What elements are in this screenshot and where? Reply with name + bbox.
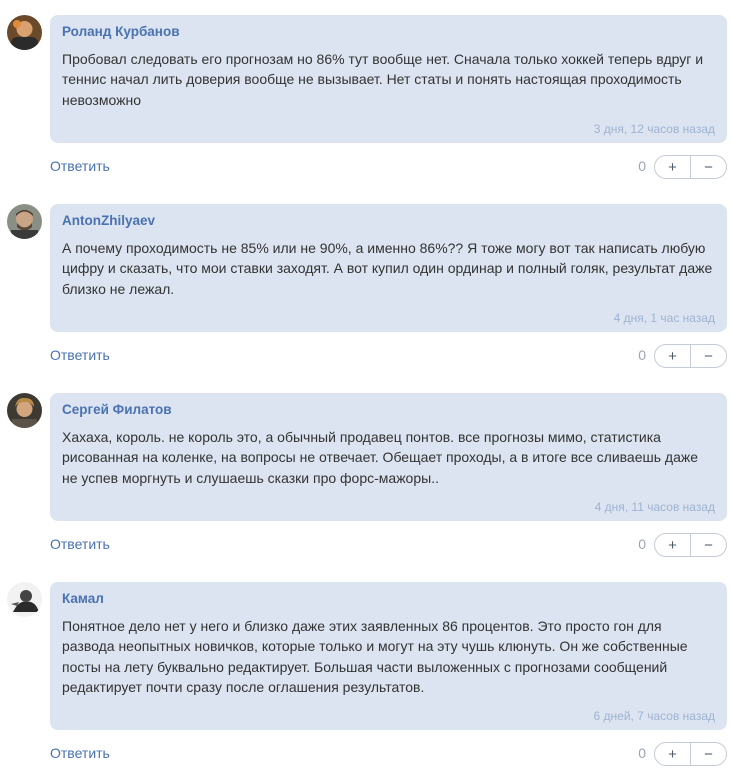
comment-author[interactable]: AntonZhilyaev: [62, 213, 715, 229]
user-avatar-icon[interactable]: [7, 582, 42, 617]
upvote-button[interactable]: +: [655, 156, 690, 178]
comment-author[interactable]: Камал: [62, 591, 715, 607]
comment-bubble: AntonZhilyaev А почему проходимость не 8…: [50, 204, 727, 332]
comment-author[interactable]: Роланд Курбанов: [62, 24, 715, 40]
comment-author[interactable]: Сергей Филатов: [62, 402, 715, 418]
comment-actions: Ответить 0 + −: [50, 155, 727, 179]
user-avatar-icon[interactable]: [7, 204, 42, 239]
reply-link[interactable]: Ответить: [50, 158, 110, 174]
comment-time: 3 дня, 12 часов назад: [593, 122, 715, 136]
upvote-button[interactable]: +: [655, 345, 690, 367]
comment-bubble: Сергей Филатов Хахаха, король. не король…: [50, 393, 727, 521]
comment-time: 4 дня, 11 часов назад: [594, 500, 715, 514]
comment-text: А почему проходимость не 85% или не 90%,…: [62, 240, 713, 297]
vote-score: 0: [638, 745, 646, 761]
upvote-button[interactable]: +: [655, 534, 690, 556]
vote-buttons: + −: [654, 742, 727, 766]
user-avatar-icon[interactable]: [7, 393, 42, 428]
comment-actions: Ответить 0 + −: [50, 344, 727, 368]
vote-buttons: + −: [654, 155, 727, 179]
comment-actions: Ответить 0 + −: [50, 533, 727, 557]
vote-buttons: + −: [654, 533, 727, 557]
comment-actions: Ответить 0 + −: [50, 742, 727, 766]
user-avatar-icon[interactable]: [7, 15, 42, 50]
comment-time: 4 дня, 1 час назад: [613, 311, 715, 325]
vote-score: 0: [638, 347, 646, 363]
comment-text: Хахаха, король. не король это, а обычный…: [62, 429, 699, 486]
downvote-button[interactable]: −: [691, 534, 726, 556]
downvote-button[interactable]: −: [691, 743, 726, 765]
comment-bubble: Камал Понятное дело нет у него и близко …: [50, 582, 727, 730]
reply-link[interactable]: Ответить: [50, 536, 110, 552]
reply-link[interactable]: Ответить: [50, 745, 110, 761]
comment-text: Пробовал следовать его прогнозам но 86% …: [62, 51, 704, 108]
vote-buttons: + −: [654, 344, 727, 368]
vote-score: 0: [638, 536, 646, 552]
comment-bubble: Роланд Курбанов Пробовал следовать его п…: [50, 15, 727, 143]
reply-link[interactable]: Ответить: [50, 347, 110, 363]
upvote-button[interactable]: +: [655, 743, 690, 765]
comment-text: Понятное дело нет у него и близко даже э…: [62, 618, 688, 695]
downvote-button[interactable]: −: [691, 345, 726, 367]
vote-score: 0: [638, 158, 646, 174]
downvote-button[interactable]: −: [691, 156, 726, 178]
comment-time: 6 дней, 7 часов назад: [593, 709, 715, 723]
